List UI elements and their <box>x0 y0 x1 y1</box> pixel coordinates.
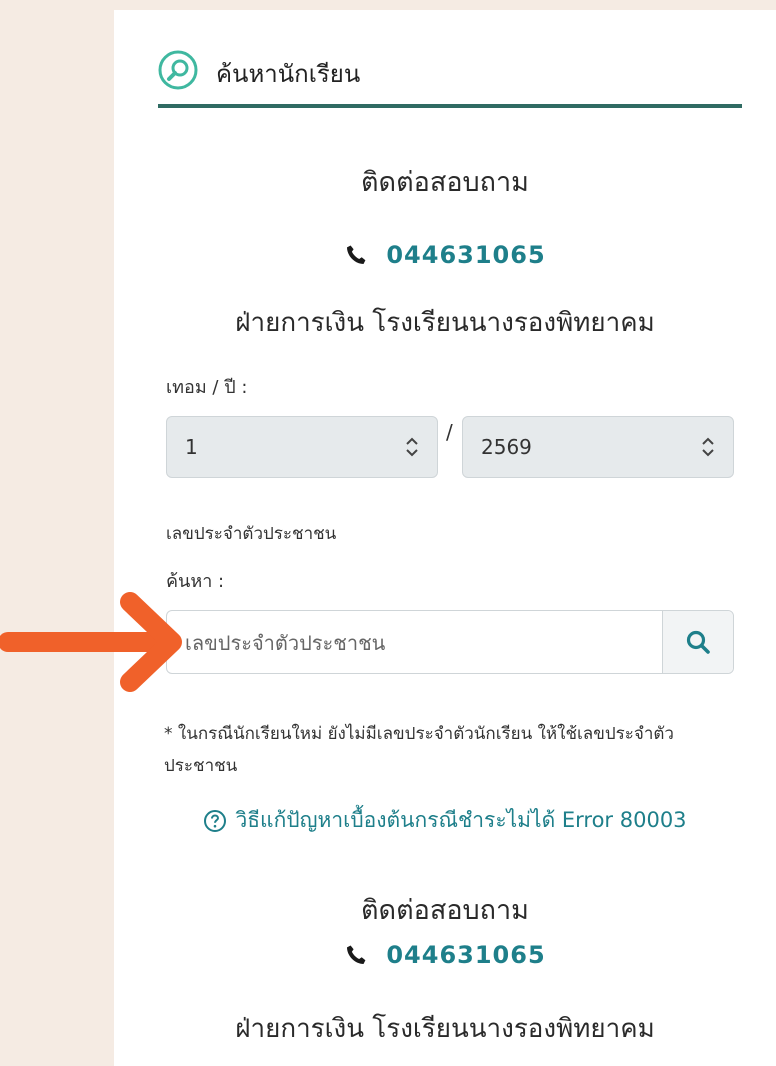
department-bottom: ฝ่ายการเงิน โรงเรียนนางรองพิทยาคม <box>235 1014 655 1044</box>
contact-heading-bottom: ติดต่อสอบถาม <box>361 895 529 926</box>
error-help-link-label: วิธีแก้ปัญหาเบื้องต้นกรณีชำระไม่ได้ Erro… <box>235 808 687 832</box>
term-year-separator: / <box>446 420 453 444</box>
search-card: ค้นหานักเรียน ติดต่อสอบถาม 044631065 ฝ่า… <box>114 10 776 1066</box>
year-value: 2569 <box>481 435 532 459</box>
id-section-label: เลขประจำตัวประชาชน <box>166 524 337 544</box>
question-circle-icon <box>204 809 227 832</box>
department-top: ฝ่ายการเงิน โรงเรียนนางรองพิทยาคม <box>235 308 655 338</box>
contact-heading-top: ติดต่อสอบถาม <box>361 167 529 198</box>
chevron-updown-icon <box>406 437 418 457</box>
year-select[interactable]: 2569 <box>462 416 734 478</box>
new-student-note: * ในกรณีนักเรียนใหม่ ยังไม่มีเลขประจำตัว… <box>164 724 674 776</box>
term-value: 1 <box>185 435 198 459</box>
search-button[interactable] <box>662 611 733 673</box>
phone-number-bottom[interactable]: 044631065 <box>386 941 545 969</box>
arrow-annotation-icon <box>0 592 182 692</box>
term-select[interactable]: 1 <box>166 416 438 478</box>
phone-icon <box>347 245 366 264</box>
phone-icon <box>347 945 366 964</box>
term-year-label: เทอม / ปี : <box>166 377 248 398</box>
phone-number-top[interactable]: 044631065 <box>386 241 545 269</box>
phone-row-bottom: 044631065 <box>114 940 776 969</box>
search-field <box>166 610 734 674</box>
page-title: ค้นหานักเรียน <box>216 60 361 88</box>
phone-row-top: 044631065 <box>114 240 776 269</box>
card-header: ค้นหานักเรียน <box>158 42 742 112</box>
chevron-updown-icon <box>702 437 714 457</box>
search-icon <box>158 50 198 90</box>
citizen-id-input[interactable] <box>183 625 647 661</box>
search-icon <box>686 630 710 654</box>
header-divider <box>158 104 742 108</box>
error-help-link[interactable]: วิธีแก้ปัญหาเบื้องต้นกรณีชำระไม่ได้ Erro… <box>114 804 776 837</box>
